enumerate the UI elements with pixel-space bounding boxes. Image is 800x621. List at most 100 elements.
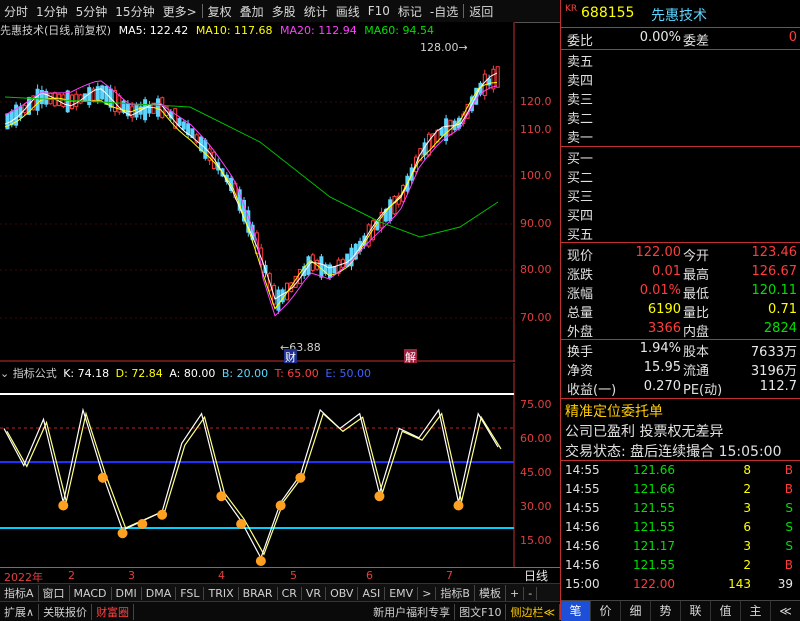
quote-tab[interactable]: 联 <box>681 601 711 621</box>
top-toolbar: 分时 1分钟 5分钟 15分钟 更多> 复权 叠加 多股 统计 画线 F10 标记 -自选 返回 <box>0 0 560 23</box>
indicator-tab[interactable]: OBV <box>326 586 359 600</box>
bottom-right-link[interactable]: 图文F10 <box>455 603 507 620</box>
indicator-tab[interactable]: + <box>506 586 525 600</box>
candle-body <box>319 256 324 278</box>
indicator-tab[interactable]: 指标A <box>0 585 39 601</box>
buy-level-label: 买一 <box>567 152 594 167</box>
toolbar-button[interactable]: -自选 <box>426 3 462 20</box>
toolbar-button[interactable]: 更多> <box>159 3 201 20</box>
signal-marker <box>236 519 247 529</box>
indicator-chart[interactable] <box>0 363 515 567</box>
bottom-right-link[interactable]: 侧边栏≪ <box>506 603 560 620</box>
toolbar-button[interactable]: 返回 <box>465 3 497 20</box>
tick-volume: 6 <box>743 520 751 534</box>
price-row-value-2: 120.11 <box>751 283 798 298</box>
price-row-label: 涨幅 <box>567 287 594 302</box>
high-price-label: 128.00→ <box>420 41 468 54</box>
info-row: 换手 1.94% 股本 7633万 <box>561 341 800 360</box>
indicator-name[interactable]: 指标公式 <box>13 367 57 380</box>
kline-chart[interactable] <box>0 22 515 362</box>
k-label: K: 74.18 <box>63 367 110 380</box>
notice-row-1[interactable]: 精准定位委托单 <box>561 401 800 420</box>
tick-time: 14:55 <box>565 482 600 496</box>
quote-tab[interactable]: 笔 <box>561 601 591 621</box>
price-row: 现价 122.00 今开 123.46 <box>561 245 800 264</box>
indicator-tab[interactable]: TRIX <box>204 586 239 600</box>
quote-tab[interactable]: 价 <box>591 601 621 621</box>
indicator-tab[interactable]: ASI <box>358 586 386 600</box>
info-value-2: 3196万 <box>750 364 797 379</box>
tick-side: S <box>785 520 793 534</box>
date-tick: 5 <box>290 569 297 582</box>
quote-tab[interactable]: ≪ <box>771 601 800 621</box>
tick-volume: 2 <box>743 558 751 572</box>
bottom-tab[interactable]: 财富圈 <box>92 603 135 620</box>
tick-side: S <box>785 539 793 553</box>
buy-level-label: 买四 <box>567 209 594 224</box>
period-label[interactable]: 日线 <box>524 567 548 584</box>
tick-row: 14:56 121.17 3 S <box>561 539 800 557</box>
toolbar-button[interactable]: 1分钟 <box>32 3 72 20</box>
candle-body <box>61 94 66 107</box>
indicator-tab[interactable]: > <box>418 586 437 600</box>
indicator-tab[interactable]: EMV <box>385 586 419 600</box>
price-tick: 90.00 <box>520 217 552 230</box>
candle-body <box>35 88 40 111</box>
bottom-tab[interactable]: 扩展∧ <box>0 603 40 620</box>
indicator-tab[interactable]: MACD <box>70 586 112 600</box>
candle-body <box>491 68 496 90</box>
toolbar-button[interactable]: 复权 <box>204 3 236 20</box>
candle-body <box>9 111 14 126</box>
quote-tab[interactable]: 值 <box>711 601 741 621</box>
indicator-tick: 60.00 <box>520 432 552 445</box>
indicator-tab[interactable]: CR <box>278 586 302 600</box>
date-tick: 6 <box>366 569 373 582</box>
indicator-tab[interactable]: 指标B <box>436 585 475 601</box>
indicator-tick: 75.00 <box>520 398 552 411</box>
toolbar-button[interactable]: 5分钟 <box>72 3 112 20</box>
toolbar-button[interactable]: 标记 <box>394 3 426 20</box>
price-row-value-2: 0.71 <box>768 302 797 317</box>
indicator-tab[interactable]: 窗口 <box>39 585 70 601</box>
tick-row: 15:00 122.00 143 39 <box>561 577 800 595</box>
signal-marker <box>117 528 128 539</box>
info-row: 净资 15.95 流通 3196万 <box>561 360 800 379</box>
t-label: T: 65.00 <box>274 367 319 380</box>
indicator-tab[interactable]: DMA <box>142 586 177 600</box>
tick-volume: 3 <box>743 501 751 515</box>
toolbar-button[interactable]: 叠加 <box>236 3 268 20</box>
indicator-tab[interactable]: VR <box>302 586 327 600</box>
toolbar-button[interactable]: 分时 <box>0 3 32 20</box>
toolbar-button[interactable]: 画线 <box>332 3 364 20</box>
a-label: A: 80.00 <box>169 367 216 380</box>
tick-price: 121.17 <box>633 539 675 553</box>
tick-price: 121.66 <box>633 463 675 477</box>
notice-1[interactable]: 精准定位委托单 <box>565 401 663 421</box>
weibi-value: 0.00% <box>639 30 681 45</box>
candle-body <box>95 86 100 101</box>
price-row-value: 0.01 <box>652 264 681 279</box>
price-row-label: 现价 <box>567 249 594 264</box>
quote-tab[interactable]: 势 <box>651 601 681 621</box>
indicator-tab[interactable]: BRAR <box>239 586 278 600</box>
indicator-tab[interactable]: FSL <box>176 586 205 600</box>
indicator-tick: 30.00 <box>520 500 552 513</box>
toolbar-button[interactable]: 15分钟 <box>111 3 158 20</box>
indicator-tab[interactable]: DMI <box>112 586 142 600</box>
indicator-tab[interactable]: - <box>524 586 538 600</box>
sell-level: 卖五 <box>561 51 800 70</box>
quote-tab[interactable]: 主 <box>741 601 771 621</box>
chevron-down-icon[interactable]: ⌄ <box>0 367 9 380</box>
price-row-label: 总量 <box>567 306 594 321</box>
buy-level-label: 买三 <box>567 190 594 205</box>
bottom-right-link[interactable]: 新用户福利专享 <box>369 603 456 620</box>
ma5-label: MA5: 122.42 <box>118 24 189 37</box>
indicator-tab[interactable]: 模板 <box>475 585 506 601</box>
sell-level-label: 卖一 <box>567 131 594 146</box>
quote-tab[interactable]: 细 <box>621 601 651 621</box>
toolbar-button[interactable]: 多股 <box>268 3 300 20</box>
indicator-tick: 15.00 <box>520 534 552 547</box>
toolbar-button[interactable]: 统计 <box>300 3 332 20</box>
toolbar-button[interactable]: F10 <box>364 4 394 18</box>
bottom-tab[interactable]: 关联报价 <box>39 603 93 620</box>
